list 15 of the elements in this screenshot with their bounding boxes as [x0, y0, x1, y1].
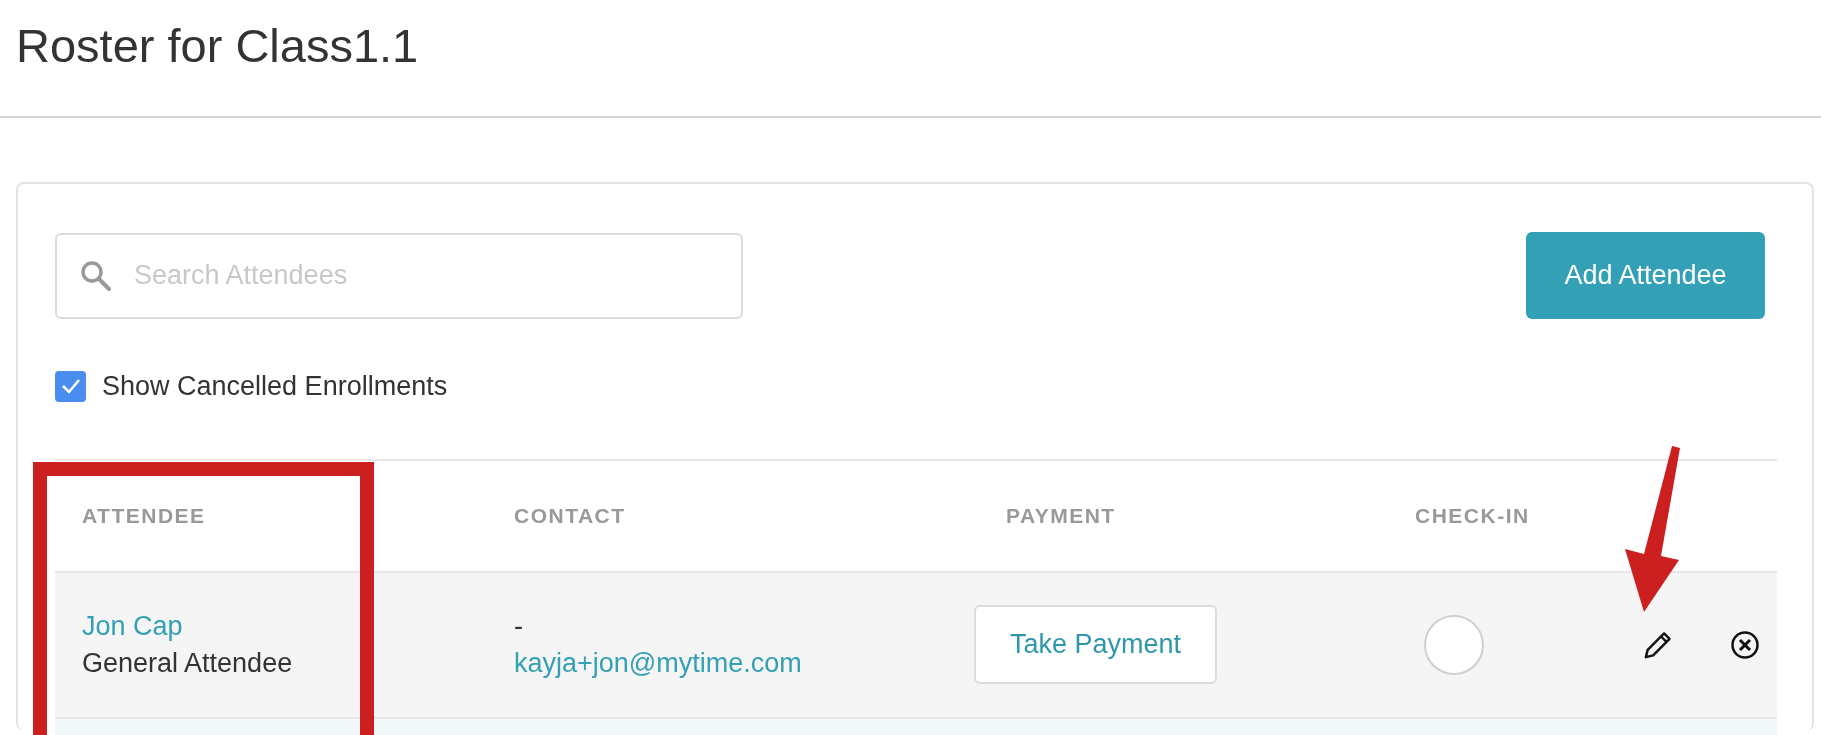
- search-icon: [80, 259, 112, 292]
- remove-icon[interactable]: [1730, 629, 1760, 660]
- phone-text: -: [514, 609, 523, 643]
- column-header: ATTENDEE: [81, 502, 206, 529]
- attendee-type: General Attendee: [82, 646, 293, 680]
- column-header: CONTACT: [514, 502, 626, 529]
- column-header: CHECK-IN: [1415, 502, 1530, 529]
- checkbox-label: Show Cancelled Enrollments: [102, 370, 448, 403]
- take-payment-button[interactable]: Take Payment: [974, 605, 1217, 684]
- column-header: PAYMENT: [1005, 502, 1116, 529]
- page-title: Roster for Class1.1: [16, 18, 419, 74]
- checkbox[interactable]: [55, 370, 86, 402]
- attendee-name-link[interactable]: Jon Cap: [82, 607, 183, 645]
- email-link[interactable]: kayja+jon@mytime.com: [514, 644, 802, 682]
- add-attendee-button[interactable]: Add Attendee: [1526, 232, 1765, 319]
